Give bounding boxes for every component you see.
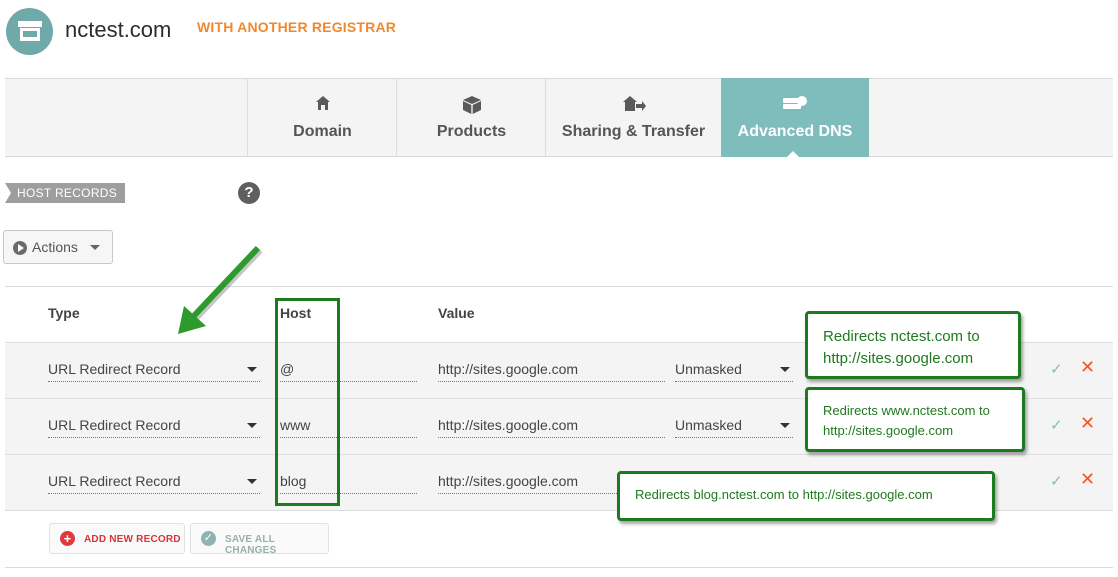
record-type-select[interactable]: URL Redirect Record: [48, 361, 181, 377]
check-circle-icon: ✓: [201, 531, 216, 546]
dns-icon: [783, 96, 807, 109]
box-icon: [462, 96, 481, 114]
tab-label: Domain: [293, 123, 352, 140]
chevron-down-icon: [247, 479, 257, 484]
chevron-down-icon: [90, 245, 100, 250]
delete-icon[interactable]: ✕: [1080, 469, 1095, 490]
arrow-annotation-icon: [178, 245, 263, 334]
active-tab-caret: [787, 151, 799, 157]
domain-title: nctest.com: [65, 17, 172, 42]
domain-store-icon: [6, 8, 53, 55]
mask-select[interactable]: Unmasked: [675, 361, 742, 377]
tab-label: Advanced DNS: [737, 123, 853, 140]
callout-line: http://sites.google.com: [823, 423, 954, 438]
chevron-down-icon: [780, 423, 790, 428]
tab-sharing-transfer[interactable]: Sharing & Transfer: [545, 78, 721, 157]
host-column-highlight: [275, 298, 340, 506]
actions-dropdown[interactable]: Actions: [3, 230, 113, 264]
callout-line: Redirects blog.nctest.com to http://site…: [635, 487, 933, 502]
mask-select[interactable]: Unmasked: [675, 417, 742, 433]
chevron-down-icon: [780, 367, 790, 372]
column-header-type: Type: [48, 305, 80, 321]
annotation-callout: Redirects nctest.com to http://sites.goo…: [805, 311, 1021, 379]
chevron-down-icon: [247, 423, 257, 428]
add-new-record-button[interactable]: + ADD NEW RECORD: [49, 523, 185, 554]
tab-domain[interactable]: Domain: [247, 78, 397, 157]
record-type-select[interactable]: URL Redirect Record: [48, 417, 181, 433]
share-transfer-icon: [622, 96, 646, 111]
column-header-value: Value: [438, 305, 475, 321]
check-icon[interactable]: ✓: [1050, 472, 1063, 490]
registrar-status: WITH ANOTHER REGISTRAR: [197, 19, 397, 35]
tab-label: Sharing & Transfer: [561, 123, 706, 140]
tab-advanced-dns[interactable]: Advanced DNS: [721, 78, 869, 157]
annotation-callout: Redirects blog.nctest.com to http://site…: [617, 471, 995, 521]
save-all-changes-button[interactable]: ✓ SAVE ALL CHANGES: [190, 523, 329, 556]
button-label: ADD NEW RECORD: [84, 534, 181, 545]
tab-label: Products: [436, 123, 507, 140]
delete-icon[interactable]: ✕: [1080, 357, 1095, 378]
help-icon[interactable]: ?: [238, 182, 260, 204]
value-input[interactable]: http://sites.google.com: [438, 361, 578, 377]
bottom-divider: [5, 567, 1113, 568]
button-label: SAVE ALL CHANGES: [225, 534, 277, 556]
actions-label: Actions: [32, 239, 78, 255]
plus-icon: +: [60, 531, 75, 546]
check-icon[interactable]: ✓: [1050, 360, 1063, 378]
check-icon[interactable]: ✓: [1050, 416, 1063, 434]
callout-line: Redirects www.nctest.com to: [823, 403, 990, 418]
value-input[interactable]: http://sites.google.com: [438, 417, 578, 433]
host-records-label: HOST RECORDS: [5, 183, 126, 203]
value-input[interactable]: http://sites.google.com: [438, 473, 578, 489]
chevron-down-icon: [247, 367, 257, 372]
annotation-callout: Redirects www.nctest.com to http://sites…: [805, 387, 1025, 452]
tab-products[interactable]: Products: [396, 78, 546, 157]
callout-line: Redirects nctest.com to: [823, 328, 980, 345]
delete-icon[interactable]: ✕: [1080, 413, 1095, 434]
record-type-select[interactable]: URL Redirect Record: [48, 473, 181, 489]
play-icon: [13, 241, 27, 255]
callout-line: http://sites.google.com: [823, 350, 974, 367]
home-icon: [315, 96, 330, 110]
